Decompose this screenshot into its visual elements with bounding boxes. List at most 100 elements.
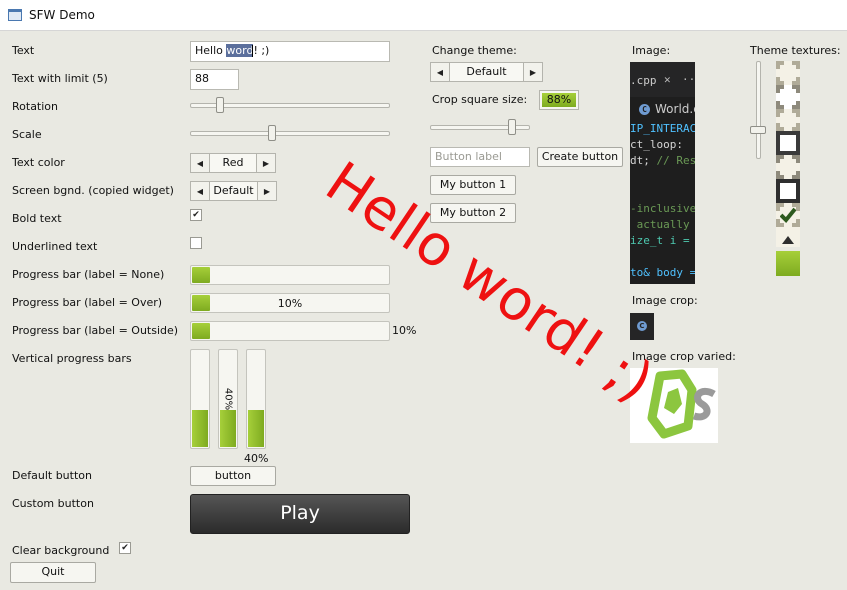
screen-bg-prev-button[interactable]: ◀ [191, 182, 210, 200]
code-line-5: -inclusive pos [630, 202, 695, 215]
texture-checkbox-icon [776, 179, 800, 203]
code-line-3-text: dt; // Restore [630, 154, 695, 167]
texture-box-pressed-icon [776, 155, 800, 179]
vertical-progress-outside [246, 349, 266, 449]
cpp-file-icon: C [639, 104, 650, 115]
crop-square-slider[interactable] [430, 119, 530, 135]
progress-over-label: Progress bar (label = Over) [12, 296, 163, 309]
scale-slider[interactable] [190, 125, 390, 141]
default-button[interactable]: button [190, 466, 276, 486]
vertical-progress-outside-text: 40% [244, 452, 269, 465]
code-line-3: dt; // Restore [630, 154, 695, 167]
text-input-selection: word [226, 44, 254, 57]
texture-slider-track [756, 61, 761, 159]
theme-textures-label: Theme textures: [750, 44, 841, 57]
code-line-7: ize_t i = 0; i [630, 234, 690, 247]
code-image: .cpp ✕ ··· C World.cpp IP_INTERACTION ct… [630, 62, 695, 284]
bold-text-checkbox[interactable]: ✔ [190, 209, 202, 221]
scale-slider-thumb[interactable] [268, 125, 276, 141]
clear-background-checkbox[interactable]: ✔ [119, 542, 131, 554]
title-bar: SFW Demo [0, 0, 847, 31]
texture-checkbox-checked-icon [776, 203, 800, 227]
texture-frame-hover-icon [776, 85, 800, 109]
default-button-label: Default button [12, 469, 92, 482]
code-line-2: ct_loop: [630, 138, 683, 151]
text-color-value: Red [222, 156, 244, 169]
create-button[interactable]: Create button [537, 147, 623, 167]
quit-button[interactable]: Quit [10, 562, 96, 583]
clear-background-label: Clear background [12, 544, 110, 557]
code-tab-file: .cpp [630, 74, 657, 87]
texture-box-icon [776, 109, 800, 131]
rotation-slider-thumb[interactable] [216, 97, 224, 113]
texture-arrow-icon [776, 227, 800, 247]
theme-prev-button[interactable]: ◀ [431, 63, 450, 81]
code-tab-close-icon: ✕ [664, 73, 671, 86]
underlined-text-checkbox[interactable] [190, 237, 202, 249]
text-limit-input[interactable]: 88 [190, 69, 239, 90]
app-icon [8, 9, 22, 21]
button-label-input[interactable]: Button label [430, 147, 530, 167]
text-limit-label: Text with limit (5) [12, 72, 108, 85]
screen-bg-label: Screen bgnd. (copied widget) [12, 184, 174, 197]
crop-square-label: Crop square size: [432, 93, 528, 106]
theme-next-button[interactable]: ▶ [523, 63, 542, 81]
progress-none-label: Progress bar (label = None) [12, 268, 165, 281]
progress-bar-none-fill [192, 267, 210, 283]
progress-bar-outside-text: 10% [392, 324, 417, 337]
progress-outside-label: Progress bar (label = Outside) [12, 324, 179, 337]
custom-button-label: Custom button [12, 497, 94, 510]
my-button-1[interactable]: My button 1 [430, 175, 516, 195]
code-line-1: IP_INTERACTION [630, 122, 695, 135]
image-crop: C [630, 313, 654, 340]
vertical-progress-outside-fill [248, 409, 264, 447]
texture-slider-thumb[interactable] [750, 125, 766, 134]
text-input-value-end: ! ;) [253, 44, 270, 57]
text-color-prev-button[interactable]: ◀ [191, 154, 210, 172]
rotation-slider[interactable] [190, 97, 390, 113]
texture-progress-icon [776, 251, 800, 276]
crop-square-value: 88% [542, 93, 576, 107]
progress-bar-over: 10% [190, 293, 390, 313]
code-comment: // Restore [656, 154, 696, 167]
vertical-progress-label: Vertical progress bars [12, 352, 132, 365]
vertical-progress-none-fill [192, 409, 208, 447]
text-input-value-start: Hello [195, 44, 227, 57]
bold-text-label: Bold text [12, 212, 62, 225]
theme-textures-strip [776, 61, 800, 276]
vertical-progress-over: 40% [218, 349, 238, 449]
underlined-text-label: Underlined text [12, 240, 98, 253]
image-crop-label: Image crop: [632, 294, 698, 307]
progress-bar-outside-fill [192, 323, 210, 339]
code-file-name: World.cpp [655, 102, 695, 116]
change-theme-label: Change theme: [432, 44, 517, 57]
code-line-9: to& body = bod [630, 266, 695, 279]
texture-check-mark-icon [780, 207, 796, 223]
vertical-progress-none [190, 349, 210, 449]
code-tab-bar: .cpp ✕ ··· [630, 62, 695, 97]
rotation-label: Rotation [12, 100, 59, 113]
texture-frame-icon [776, 61, 800, 85]
texture-slider[interactable] [750, 61, 766, 159]
progress-bar-over-text: 10% [277, 297, 303, 310]
theme-selector[interactable]: ◀ Default ▶ [430, 62, 543, 82]
text-input[interactable]: Hello word! ;) [190, 41, 390, 62]
vertical-progress-over-text: 40% [222, 387, 234, 411]
code-tab-more-icon: ··· [682, 73, 695, 86]
code-line-6: actually upda [636, 218, 690, 231]
vertical-progress-over-fill [220, 409, 236, 447]
screen-bg-next-button[interactable]: ▶ [257, 182, 276, 200]
screen-bg-selector[interactable]: ◀ Default ▶ [190, 181, 277, 201]
play-button[interactable]: Play [190, 494, 410, 534]
text-color-label: Text color [12, 156, 65, 169]
theme-value: Default [466, 65, 507, 78]
text-label: Text [12, 44, 35, 57]
progress-bar-none [190, 265, 390, 285]
text-color-next-button[interactable]: ▶ [256, 154, 275, 172]
screen-bg-value: Default [213, 184, 254, 197]
scale-slider-track [190, 131, 390, 136]
crop-square-slider-thumb[interactable] [508, 119, 516, 135]
scale-label: Scale [12, 128, 42, 141]
text-color-selector[interactable]: ◀ Red ▶ [190, 153, 276, 173]
progress-bar-outside [190, 321, 390, 341]
